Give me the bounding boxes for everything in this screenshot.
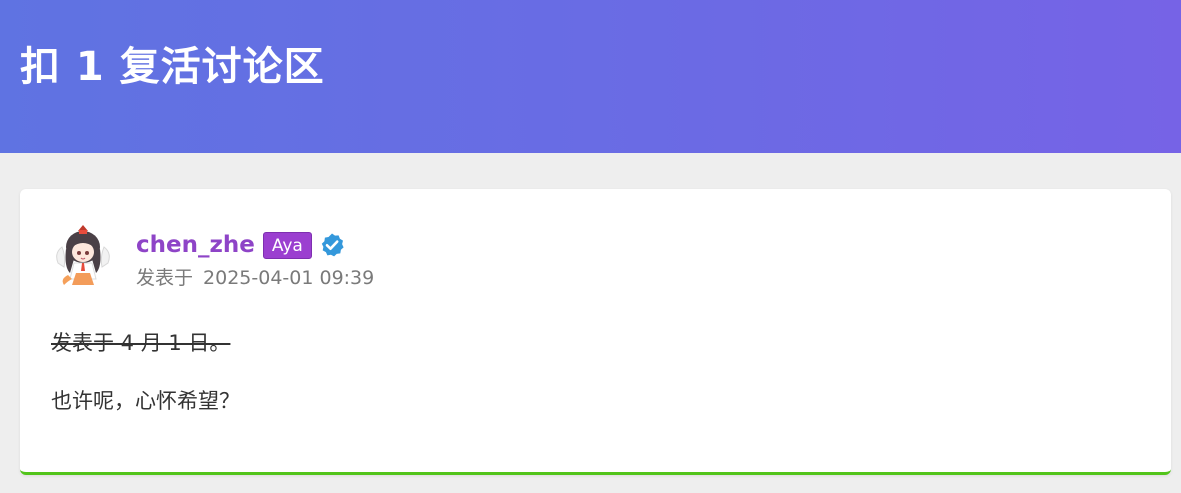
author-username[interactable]: chen_zhe bbox=[136, 229, 255, 261]
post-author: chen_zhe Aya bbox=[136, 229, 345, 261]
posted-label: 发表于 bbox=[136, 267, 194, 289]
post-meta: 发表于 2025-04-01 09:39 bbox=[136, 265, 374, 291]
post-card: chen_zhe Aya 发表于 2025-04-01 09:39 发表于 4 月… bbox=[20, 189, 1171, 475]
post-timestamp[interactable]: 2025-04-01 09:39 bbox=[203, 267, 374, 289]
struck-text: 发表于 4 月 1 日。 bbox=[51, 331, 231, 355]
page-header: 扣 1 复活讨论区 bbox=[0, 0, 1181, 153]
post-text: 也许呢，心怀希望？ bbox=[51, 389, 240, 413]
page-title: 扣 1 复活讨论区 bbox=[20, 44, 325, 90]
post-content: 发表于 4 月 1 日。 也许呢，心怀希望？ bbox=[51, 327, 240, 417]
avatar[interactable] bbox=[52, 223, 114, 289]
user-tag-badge[interactable]: Aya bbox=[262, 231, 312, 259]
verified-badge-icon bbox=[321, 233, 344, 257]
